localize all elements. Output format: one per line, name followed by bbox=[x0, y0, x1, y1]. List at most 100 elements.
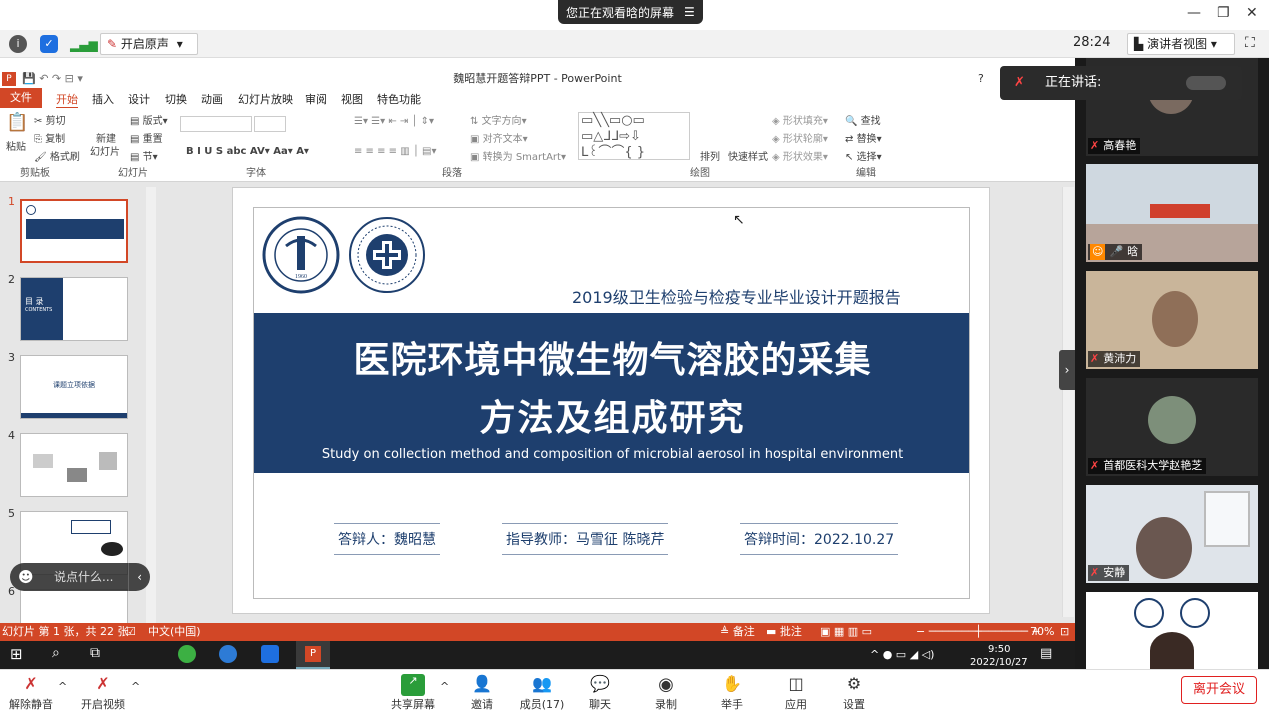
comments-button[interactable]: ▬ 批注 bbox=[766, 623, 802, 641]
speaker-view-button[interactable]: ▙ 演讲者视图 ▾ bbox=[1127, 33, 1235, 55]
menu-icon[interactable]: ☰ bbox=[684, 5, 695, 19]
chat-input[interactable]: ☻ 说点什么... ‹ bbox=[10, 563, 150, 591]
meeting-app-icon[interactable] bbox=[261, 645, 279, 663]
apps-button[interactable]: ◫ 应用 bbox=[776, 674, 816, 712]
thumbnail-slide-6[interactable] bbox=[20, 589, 128, 623]
collapse-icon[interactable]: ‹ bbox=[128, 563, 142, 591]
share-screen-button[interactable]: ↗ 共享屏幕 bbox=[388, 674, 438, 712]
tab-design[interactable]: 设计 bbox=[128, 91, 150, 107]
shapes-gallery[interactable]: ▭╲╲▭○▭ ▭△ᒧᒧ⇨⇩ ᒪ꒰⌒⌒{ } bbox=[578, 112, 690, 160]
select-button[interactable]: ↖ 选择▾ bbox=[845, 148, 882, 163]
shape-fill-button[interactable]: ◈ 形状填充▾ bbox=[772, 112, 828, 127]
notes-button[interactable]: ≜ 备注 bbox=[720, 623, 755, 641]
tray-icons[interactable]: ^ ● ▭ ◢ ◁) bbox=[870, 648, 934, 661]
video-tile[interactable]: ✗ 安静 bbox=[1086, 485, 1258, 583]
raise-hand-button[interactable]: ✋ 举手 bbox=[712, 674, 752, 712]
find-button[interactable]: 🔍 查找 bbox=[845, 112, 881, 127]
video-tile[interactable]: ☺ 🎤 晗 bbox=[1086, 164, 1258, 262]
zoom-slider[interactable]: − ───────┼─────── + bbox=[916, 623, 1041, 641]
slide-thumbnails[interactable]: 1 2 目 录 CONTENTS 3 课题立项依据 4 5 6 bbox=[0, 183, 158, 623]
app-icon[interactable] bbox=[219, 645, 237, 663]
reset-button[interactable]: ▤ 重置 bbox=[130, 130, 163, 145]
chat-button[interactable]: 💬 聊天 bbox=[580, 674, 620, 712]
shape-outline-button[interactable]: ◈ 形状轮廓▾ bbox=[772, 130, 828, 145]
leave-meeting-button[interactable]: 离开会议 bbox=[1181, 676, 1257, 704]
vertical-scrollbar[interactable] bbox=[1062, 187, 1074, 617]
share-options-icon[interactable]: ^ bbox=[440, 680, 449, 693]
tab-file[interactable]: 文件 bbox=[0, 88, 42, 108]
spellcheck-icon[interactable]: ☑ bbox=[126, 623, 136, 641]
font-family-select[interactable] bbox=[180, 116, 252, 132]
tab-view[interactable]: 视图 bbox=[341, 91, 363, 107]
video-options-icon[interactable]: ^ bbox=[131, 680, 140, 693]
record-button[interactable]: ◉ 录制 bbox=[646, 674, 686, 712]
browser-icon[interactable] bbox=[178, 645, 196, 663]
arrange-button[interactable]: 排列 bbox=[700, 148, 720, 163]
paste-icon[interactable]: 📋 bbox=[6, 112, 28, 133]
cut-button[interactable]: ✂ 剪切 bbox=[34, 112, 66, 127]
start-video-button[interactable]: ✗ 开启视频 bbox=[78, 674, 128, 712]
layout-button[interactable]: ▤ 版式▾ bbox=[130, 112, 168, 127]
notification-icon[interactable]: ▤ bbox=[1040, 646, 1052, 661]
inspection-quarantine-academy-logo bbox=[349, 217, 425, 293]
copy-button[interactable]: ⎘ 复制 bbox=[34, 130, 65, 145]
task-view-icon[interactable]: ⧉ bbox=[90, 645, 100, 661]
mute-options-icon[interactable]: ^ bbox=[58, 680, 67, 693]
video-tile[interactable]: ✗ 黄沛力 bbox=[1086, 271, 1258, 369]
fullscreen-icon[interactable]: ⛶ bbox=[1245, 35, 1255, 51]
tab-review[interactable]: 审阅 bbox=[305, 91, 327, 107]
original-sound-button[interactable]: ✎ 开启原声 ▾ bbox=[100, 33, 198, 55]
participant-name: ✗ 高春艳 bbox=[1088, 138, 1141, 154]
windows-start-icon[interactable]: ⊞ bbox=[10, 645, 23, 663]
muted-mic-icon: ✗ bbox=[1090, 139, 1100, 152]
minimize-icon[interactable]: — bbox=[1187, 5, 1201, 21]
font-format-buttons[interactable]: B I U S abc AV▾ Aa▾ A▾ bbox=[186, 146, 309, 157]
align-text-button[interactable]: ▣ 对齐文本▾ bbox=[470, 130, 528, 145]
participants-button[interactable]: 👥 成员(17) bbox=[514, 674, 570, 712]
help-icon[interactable]: ? bbox=[978, 70, 984, 88]
tab-transitions[interactable]: 切换 bbox=[165, 91, 187, 107]
video-tile[interactable]: ✗ 首都医科大学赵艳芝 bbox=[1086, 378, 1258, 476]
fit-slide-icon[interactable]: ⊡ bbox=[1060, 623, 1069, 641]
section-button[interactable]: ▤ 节▾ bbox=[130, 148, 158, 163]
thumbnail-slide-4[interactable] bbox=[20, 433, 128, 497]
smartart-button[interactable]: ▣ 转换为 SmartArt▾ bbox=[470, 148, 566, 163]
tab-animations[interactable]: 动画 bbox=[201, 91, 223, 107]
thumbnail-slide-3[interactable]: 课题立项依据 bbox=[20, 355, 128, 419]
invite-button[interactable]: 👤 邀请 bbox=[460, 674, 504, 712]
muted-mic-icon: ✗ bbox=[1090, 352, 1100, 365]
text-direction-button[interactable]: ⇅ 文字方向▾ bbox=[470, 112, 527, 127]
settings-button[interactable]: ⚙ 设置 bbox=[834, 674, 874, 712]
title-band: 医院环境中微生物气溶胶的采集 方法及组成研究 Study on collecti… bbox=[254, 313, 969, 473]
unmute-button[interactable]: ✗ 解除静音 bbox=[6, 674, 56, 712]
tab-home[interactable]: 开始 bbox=[56, 91, 78, 109]
font-size-select[interactable] bbox=[254, 116, 286, 132]
restore-icon[interactable]: ❐ bbox=[1217, 5, 1230, 21]
tab-features[interactable]: 特色功能 bbox=[377, 91, 421, 107]
info-icon[interactable]: i bbox=[9, 35, 27, 53]
view-buttons[interactable]: ▣ ▦ ▥ ▭ bbox=[820, 623, 872, 641]
thumbs-scrollbar[interactable] bbox=[146, 187, 156, 623]
powerpoint-taskbar-icon[interactable]: P bbox=[296, 641, 330, 669]
paste-button[interactable]: 粘贴 bbox=[6, 138, 26, 153]
search-icon[interactable]: ⌕ bbox=[52, 645, 60, 661]
shape-effect-button[interactable]: ◈ 形状效果▾ bbox=[772, 148, 828, 163]
screen-share-badge[interactable]: 您正在观看晗的屏幕 ☰ bbox=[558, 0, 703, 24]
replace-button[interactable]: ⇄ 替换▾ bbox=[845, 130, 882, 145]
tab-slideshow[interactable]: 幻灯片放映 bbox=[238, 91, 293, 107]
tab-insert[interactable]: 插入 bbox=[92, 91, 114, 107]
slide-number: 5 bbox=[8, 507, 15, 520]
align-buttons[interactable]: ≡ ≡ ≡ ≡ ▥ │ ▤▾ bbox=[354, 146, 437, 157]
slide-1[interactable]: 1960 2019级卫生检验与检疫专业毕业设计开题报告 医院环境中微生物气溶胶的… bbox=[253, 207, 970, 599]
thumbnail-slide-2[interactable]: 目 录 CONTENTS bbox=[20, 277, 128, 341]
expand-panel-icon[interactable]: › bbox=[1059, 350, 1075, 390]
quick-styles-button[interactable]: 快速样式 bbox=[728, 148, 768, 163]
shield-icon[interactable]: ✓ bbox=[40, 35, 58, 53]
close-icon[interactable]: ✕ bbox=[1246, 5, 1258, 21]
format-painter-button[interactable]: 🖌 格式刷 bbox=[34, 148, 80, 163]
emoji-icon[interactable]: ☻ bbox=[18, 563, 34, 591]
list-buttons[interactable]: ☰▾ ☰▾ ⇤ ⇥ │ ⇕▾ bbox=[354, 116, 434, 127]
video-tile[interactable] bbox=[1086, 592, 1258, 669]
quick-access-icons[interactable]: 💾 ↶ ↷ ⊟ ▾ bbox=[22, 70, 83, 88]
thumbnail-slide-1[interactable] bbox=[20, 199, 128, 263]
